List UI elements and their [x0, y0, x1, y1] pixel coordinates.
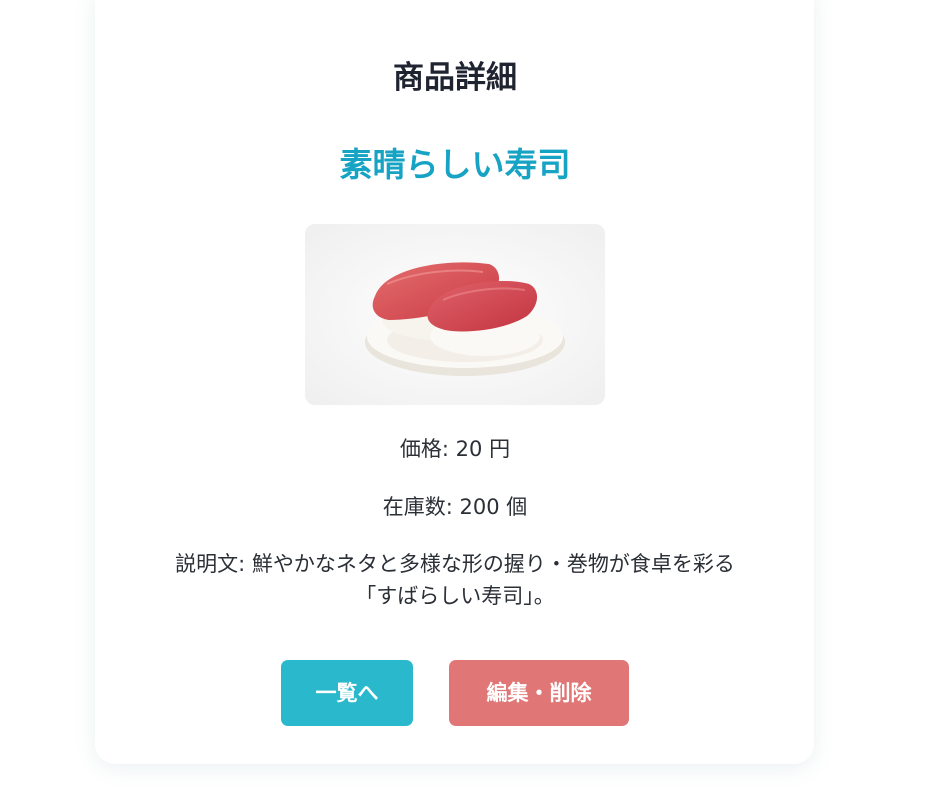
stock-text: 在庫数: 200 個 — [382, 495, 528, 519]
edit-delete-button[interactable]: 編集・削除 — [449, 660, 629, 726]
description: 説明文: 鮮やかなネタと多様な形の握り・巻物が食卓を彩る 「すばらしい寿司」。 — [130, 548, 780, 612]
product-name: 素晴らしい寿司 — [339, 145, 571, 184]
page-title: 商品詳細 — [393, 60, 517, 96]
price-text: 価格: 20 円 — [399, 437, 511, 461]
sushi-illustration — [305, 224, 605, 405]
description-line-2: 「すばらしい寿司」。 — [355, 584, 555, 608]
product-image — [305, 224, 605, 405]
back-to-list-button[interactable]: 一覧へ — [281, 660, 413, 726]
description-line-1: 説明文: 鮮やかなネタと多様な形の握り・巻物が食卓を彩る — [175, 552, 735, 576]
page: 商品詳細 素晴らしい寿司 価格: 20 円 在庫数: 200 個 説明文: 鮮や… — [0, 0, 939, 788]
